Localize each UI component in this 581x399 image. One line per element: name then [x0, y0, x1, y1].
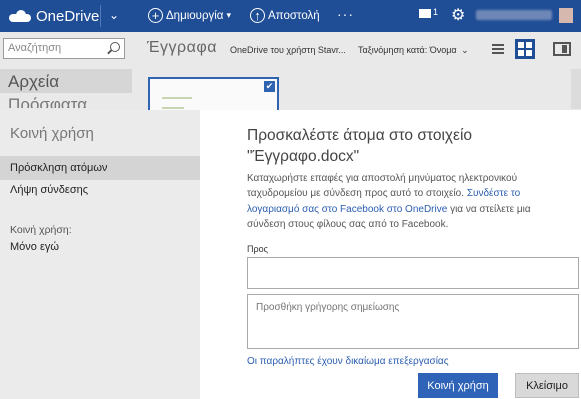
checkmark-icon[interactable]: ✔: [264, 81, 275, 92]
upload-circle-icon: ↑: [250, 8, 265, 23]
message-icon[interactable]: [419, 9, 431, 18]
sidebar-item-files[interactable]: Αρχεία: [8, 72, 59, 92]
shared-with-label: Κοινή χρήση:: [10, 224, 72, 236]
search-input[interactable]: Αναζήτηση: [3, 38, 125, 59]
upload-label: Αποστολή: [268, 9, 320, 22]
user-name-blurred[interactable]: [476, 10, 552, 20]
create-menu-button[interactable]: + Δημιουργία ▾: [148, 8, 231, 23]
dialog-description: Καταχωρήστε επαφές για αποστολή μηνύματο…: [247, 171, 567, 232]
create-label: Δημιουργία: [166, 9, 224, 22]
tile-preview-line: [162, 97, 192, 99]
sidebar-item-recent[interactable]: Πρόσφατα: [8, 95, 87, 108]
tile-preview-line: [162, 107, 184, 109]
share-nav-title: Κοινή χρήση: [10, 125, 94, 142]
avatar[interactable]: [559, 8, 573, 23]
shared-with-value: Μόνο εγώ: [10, 241, 59, 253]
to-field[interactable]: [247, 257, 579, 289]
topbar-divider: [100, 5, 101, 27]
chevron-down-icon[interactable]: ⌄: [109, 8, 119, 22]
dialog-heading-filename: "Έγγραφο.docx": [247, 148, 360, 165]
close-button[interactable]: Κλείσιμο: [515, 373, 579, 398]
onedrive-cloud-icon: [9, 10, 31, 22]
to-label: Προς: [247, 244, 268, 254]
gear-icon[interactable]: ⚙: [451, 5, 465, 25]
breadcrumb[interactable]: Έγγραφα: [147, 39, 217, 57]
sort-label: Ταξινόμηση κατά: Όνομα: [358, 45, 457, 55]
search-icon[interactable]: [110, 42, 120, 52]
share-nav-item-get-link[interactable]: Λήψη σύνδεσης: [10, 184, 88, 196]
upload-button[interactable]: ↑ Αποστολή: [250, 8, 320, 23]
search-placeholder: Αναζήτηση: [8, 42, 62, 54]
brand-name: OneDrive: [36, 7, 100, 25]
list-view-icon[interactable]: [488, 39, 508, 59]
sort-menu[interactable]: Ταξινόμηση κατά: Όνομα ⌄: [358, 45, 469, 56]
onedrive-logo[interactable]: OneDrive: [9, 6, 99, 26]
share-nav-item-invite[interactable]: Πρόσκληση ατόμων: [10, 162, 107, 174]
dialog-heading-line1: Προσκαλέστε άτομα στο στοιχείο: [247, 127, 473, 144]
chevron-down-icon: ▾: [226, 10, 231, 20]
dialog-heading: Προσκαλέστε άτομα στο στοιχείο "Έγγραφο.…: [247, 125, 567, 167]
permission-link[interactable]: Οι παραλήπτες έχουν δικαίωμα επεξεργασία…: [247, 356, 449, 367]
more-icon[interactable]: ···: [337, 6, 354, 22]
chevron-down-icon: ⌄: [461, 45, 469, 55]
owner-filter-label: OneDrive του χρήστη Stavr...: [230, 45, 346, 55]
notification-count: 1: [433, 7, 439, 17]
share-button[interactable]: Κοινή χρήση: [418, 373, 498, 398]
tiles-view-icon[interactable]: [515, 39, 535, 59]
plus-circle-icon: +: [148, 8, 163, 23]
owner-filter[interactable]: OneDrive του χρήστη Stavr...: [230, 45, 346, 55]
details-pane-icon[interactable]: [553, 42, 571, 56]
share-dialog-nav: [0, 110, 200, 399]
scrollbar[interactable]: [571, 69, 581, 109]
top-bar: OneDrive ⌄ + Δημιουργία ▾ ↑ Αποστολή ···…: [0, 0, 581, 32]
quick-note-field[interactable]: [247, 294, 579, 349]
